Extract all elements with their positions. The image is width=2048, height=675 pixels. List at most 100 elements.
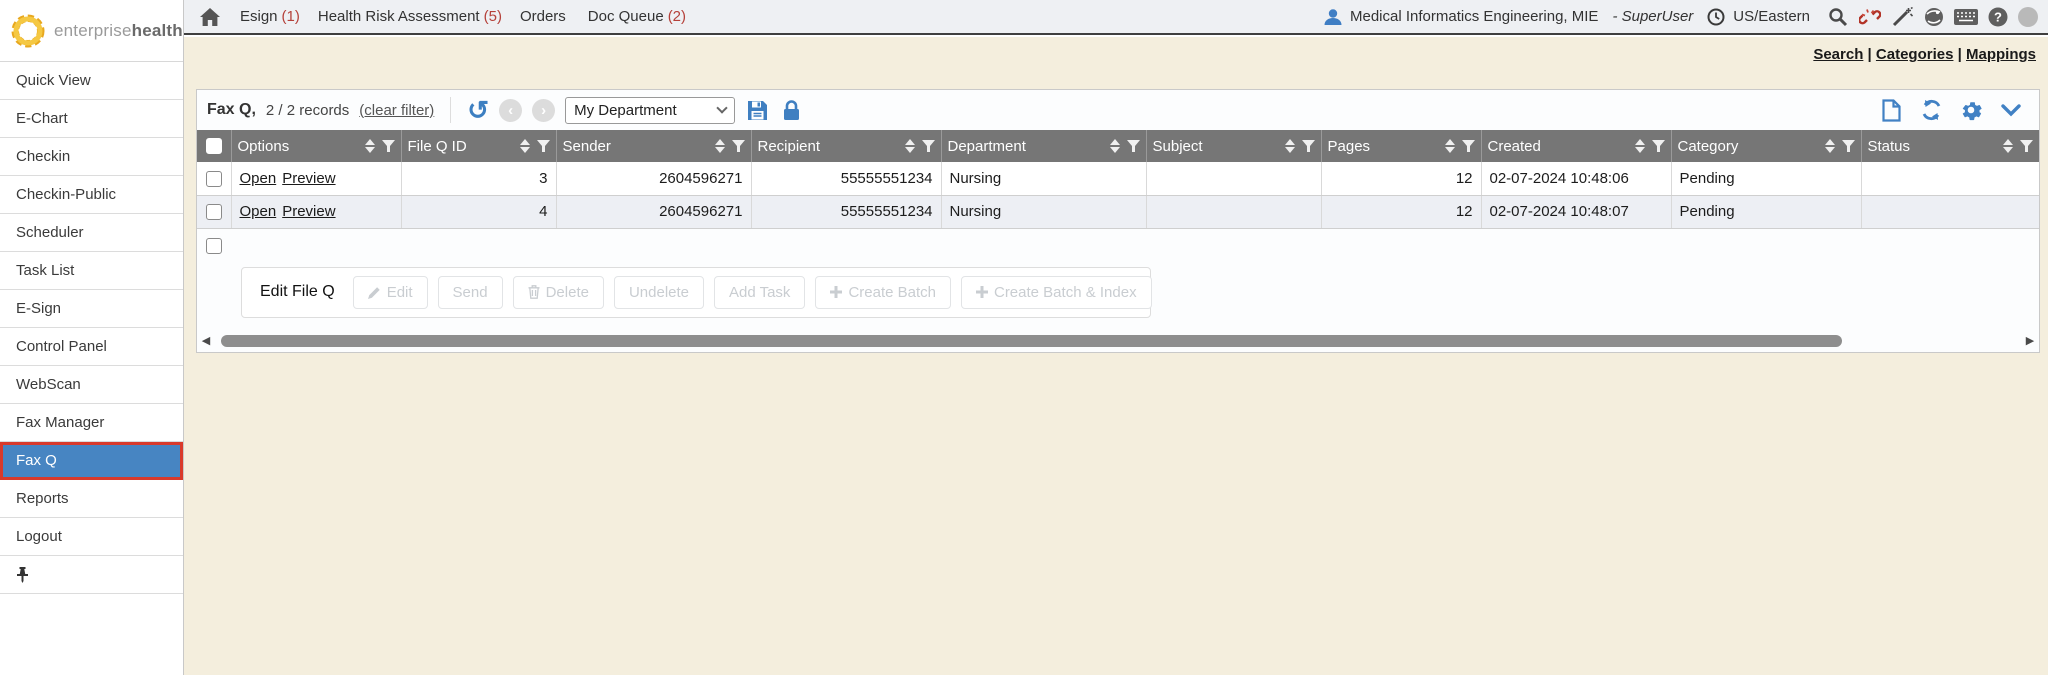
reset-button[interactable]: ↺ — [467, 99, 489, 121]
home-button[interactable] — [198, 5, 222, 29]
edit-panel-button[interactable]: Add Task — [714, 276, 805, 309]
topbar-nav-count: (1) — [282, 8, 300, 25]
quicklink[interactable]: Search — [1813, 46, 1876, 63]
sidebar-item[interactable]: Checkin-Public — [0, 176, 183, 214]
edit-panel-button[interactable]: Delete — [513, 276, 604, 309]
sidebar-item[interactable]: Scheduler — [0, 214, 183, 252]
department-select[interactable]: My Department — [565, 97, 735, 124]
sidebar-item[interactable]: E-Chart — [0, 100, 183, 138]
sidebar-item[interactable]: E-Sign — [0, 290, 183, 328]
row-checkbox[interactable] — [206, 171, 222, 187]
help-button[interactable]: ? — [1986, 5, 2010, 29]
sort-icon[interactable] — [905, 139, 915, 153]
filter-icon[interactable] — [922, 140, 935, 152]
sidebar-item[interactable]: WebScan — [0, 366, 183, 404]
column-header[interactable]: Department — [941, 130, 1146, 162]
sort-icon[interactable] — [1110, 139, 1120, 153]
topbar-nav-item[interactable]: Esign(1) — [240, 8, 300, 25]
filter-icon[interactable] — [1127, 140, 1140, 152]
prev-page-button[interactable]: ‹ — [499, 99, 522, 122]
column-header[interactable]: Options — [231, 130, 401, 162]
filter-icon[interactable] — [1462, 140, 1475, 152]
edit-panel-button[interactable]: Create Batch — [815, 276, 951, 309]
scrollbar-thumb[interactable] — [221, 335, 1842, 347]
scroll-right-arrow[interactable]: ▶ — [2021, 334, 2039, 347]
table-row[interactable]: OpenPreview 4 2604596271 55555551234 Nur… — [197, 195, 2039, 228]
refresh-icon — [1920, 99, 1943, 121]
scroll-left-arrow[interactable]: ◀ — [197, 334, 215, 347]
broken-link-button[interactable] — [1858, 5, 1882, 29]
sidebar-item[interactable]: Control Panel — [0, 328, 183, 366]
quicklink[interactable]: Categories — [1876, 46, 1966, 63]
sidebar-item[interactable]: Logout — [0, 518, 183, 556]
edit-panel-button[interactable]: Create Batch & Index — [961, 276, 1152, 309]
sidebar-item[interactable]: Fax Manager — [0, 404, 183, 442]
edit-panel-button[interactable]: Edit — [353, 276, 428, 309]
clear-filter-link[interactable]: (clear filter) — [359, 102, 434, 119]
select-all-checkbox[interactable] — [206, 138, 222, 154]
lock-button[interactable] — [779, 98, 803, 122]
preview-link[interactable]: Preview — [282, 170, 335, 187]
settings-button[interactable] — [1959, 98, 1983, 122]
column-header[interactable]: Created — [1481, 130, 1671, 162]
topbar-nav-item[interactable]: Health Risk Assessment(5) — [318, 8, 502, 25]
globe-button[interactable] — [1922, 5, 1946, 29]
quicklink[interactable]: Mappings — [1966, 46, 2036, 63]
avatar[interactable] — [2018, 7, 2038, 27]
topbar-nav-item[interactable]: Doc Queue(2) — [588, 8, 686, 25]
filter-icon[interactable] — [1842, 140, 1855, 152]
next-page-button[interactable]: › — [532, 99, 555, 122]
filter-icon[interactable] — [732, 140, 745, 152]
sidebar-pin-item[interactable] — [0, 556, 183, 594]
sidebar-item[interactable]: Checkin — [0, 138, 183, 176]
filter-icon[interactable] — [537, 140, 550, 152]
search-button[interactable] — [1826, 5, 1850, 29]
sidebar-item[interactable]: Task List — [0, 252, 183, 290]
sort-icon[interactable] — [1285, 139, 1295, 153]
edit-panel-button[interactable]: Send — [438, 276, 503, 309]
sort-icon[interactable] — [2003, 139, 2013, 153]
open-link[interactable]: Open — [240, 203, 277, 220]
column-header[interactable]: Category — [1671, 130, 1861, 162]
wand-button[interactable] — [1890, 5, 1914, 29]
cell-pages: 12 — [1321, 195, 1481, 228]
user-name[interactable]: Medical Informatics Engineering, MIE — [1350, 8, 1598, 25]
column-header-label: Recipient — [758, 138, 821, 155]
edit-panel-button[interactable]: Undelete — [614, 276, 704, 309]
filter-icon[interactable] — [1652, 140, 1665, 152]
sort-icon[interactable] — [1825, 139, 1835, 153]
refresh-button[interactable] — [1919, 98, 1943, 122]
column-header[interactable]: File Q ID — [401, 130, 556, 162]
pencil-icon — [368, 286, 381, 299]
sidebar-item[interactable]: Reports — [0, 480, 183, 518]
preview-link[interactable]: Preview — [282, 203, 335, 220]
table-row[interactable]: OpenPreview 3 2604596271 55555551234 Nur… — [197, 162, 2039, 195]
topbar-nav-item[interactable]: Orders — [520, 8, 570, 25]
filter-icon[interactable] — [1302, 140, 1315, 152]
chevron-down-icon — [716, 102, 727, 113]
keyboard-button[interactable] — [1954, 5, 1978, 29]
column-header[interactable]: Status — [1861, 130, 2039, 162]
sidebar-item[interactable]: Fax Q — [0, 442, 183, 480]
sort-icon[interactable] — [365, 139, 375, 153]
column-header[interactable]: Subject — [1146, 130, 1321, 162]
column-header[interactable]: Recipient — [751, 130, 941, 162]
sort-icon[interactable] — [715, 139, 725, 153]
horizontal-scrollbar[interactable]: ◀ ▶ — [197, 330, 2039, 352]
column-header[interactable]: Pages — [1321, 130, 1481, 162]
sort-icon[interactable] — [1635, 139, 1645, 153]
filter-icon[interactable] — [2020, 140, 2033, 152]
collapse-button[interactable] — [1999, 98, 2023, 122]
column-header[interactable]: Sender — [556, 130, 751, 162]
timezone-label[interactable]: US/Eastern — [1733, 8, 1810, 25]
filter-icon[interactable] — [382, 140, 395, 152]
row-checkbox[interactable] — [206, 204, 222, 220]
new-row-checkbox[interactable] — [206, 238, 222, 254]
new-document-button[interactable] — [1879, 98, 1903, 122]
sidebar-item[interactable]: Quick View — [0, 62, 183, 100]
open-link[interactable]: Open — [240, 170, 277, 187]
cell-category: Pending — [1671, 162, 1861, 195]
sort-icon[interactable] — [1445, 139, 1455, 153]
save-view-button[interactable] — [745, 98, 769, 122]
sort-icon[interactable] — [520, 139, 530, 153]
